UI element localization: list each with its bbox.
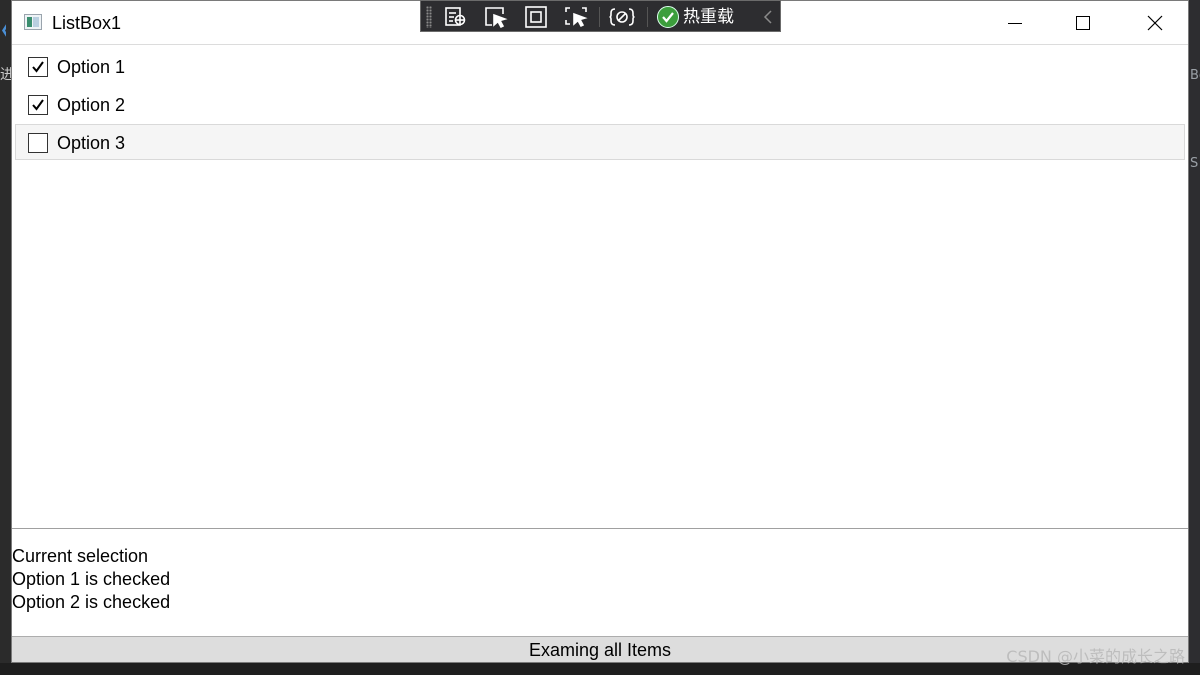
- hot-reload-label: 热重载: [683, 7, 734, 27]
- toolbar-separator: [647, 7, 648, 27]
- option-2-label: Option 2: [57, 95, 126, 115]
- hot-reload-check-icon: [657, 6, 679, 28]
- option-1-label: Option 1: [57, 57, 126, 77]
- listbox-window: ListBox1 Option 1 Option 2 Option 3 Curr…: [11, 0, 1189, 663]
- track-focus-icon[interactable]: [563, 5, 589, 29]
- option-2-checkbox[interactable]: [28, 95, 48, 115]
- binding-failures-icon[interactable]: [609, 5, 635, 29]
- option-1-checkbox[interactable]: [28, 57, 48, 77]
- status-line: Option 2 is checked: [12, 592, 171, 612]
- list-item-option-3[interactable]: Option 3: [15, 124, 1185, 160]
- minimize-button[interactable]: [992, 1, 1038, 45]
- close-icon: [1147, 15, 1163, 31]
- checkmark-icon: [32, 61, 44, 73]
- list-item-option-2[interactable]: Option 2: [15, 86, 1185, 122]
- status-line: Option 1 is checked: [12, 569, 171, 589]
- display-adorners-icon[interactable]: [523, 5, 549, 29]
- csdn-watermark: CSDN @小菜的成长之路: [1006, 647, 1185, 666]
- collapse-toolbar-button[interactable]: [761, 7, 775, 27]
- hot-reload-status[interactable]: 热重载: [657, 5, 734, 29]
- option-3-checkbox[interactable]: [28, 133, 48, 153]
- toolbar-grip-handle[interactable]: [426, 6, 432, 28]
- select-element-icon[interactable]: [483, 5, 509, 29]
- checkmark-icon: [32, 99, 44, 111]
- close-button[interactable]: [1132, 1, 1178, 45]
- window-title: ListBox1: [52, 13, 122, 33]
- background-ide-right: [1189, 0, 1200, 675]
- maximize-button[interactable]: [1060, 1, 1106, 45]
- background-ide-right-text: Bo: [1190, 68, 1200, 83]
- list-item-option-1[interactable]: Option 1: [15, 48, 1185, 84]
- minimize-icon: [1008, 23, 1022, 24]
- background-ide-right-text: S: [1190, 156, 1199, 171]
- background-ide-text: 进: [0, 67, 11, 83]
- app-window-icon: [24, 14, 42, 30]
- live-visual-tree-icon[interactable]: [443, 5, 469, 29]
- background-ide-icon: ❮: [0, 22, 6, 38]
- maximize-icon: [1076, 16, 1090, 30]
- background-ide-left: [0, 0, 11, 675]
- option-3-label: Option 3: [57, 133, 126, 153]
- status-heading: Current selection: [12, 546, 149, 566]
- xaml-debug-toolbar: 热重载: [420, 0, 781, 32]
- selection-status: Current selection Option 1 is checked Op…: [12, 545, 1188, 633]
- toolbar-separator: [599, 7, 600, 27]
- chevron-left-icon: [763, 10, 772, 24]
- option-listbox[interactable]: Option 1 Option 2 Option 3: [12, 45, 1188, 529]
